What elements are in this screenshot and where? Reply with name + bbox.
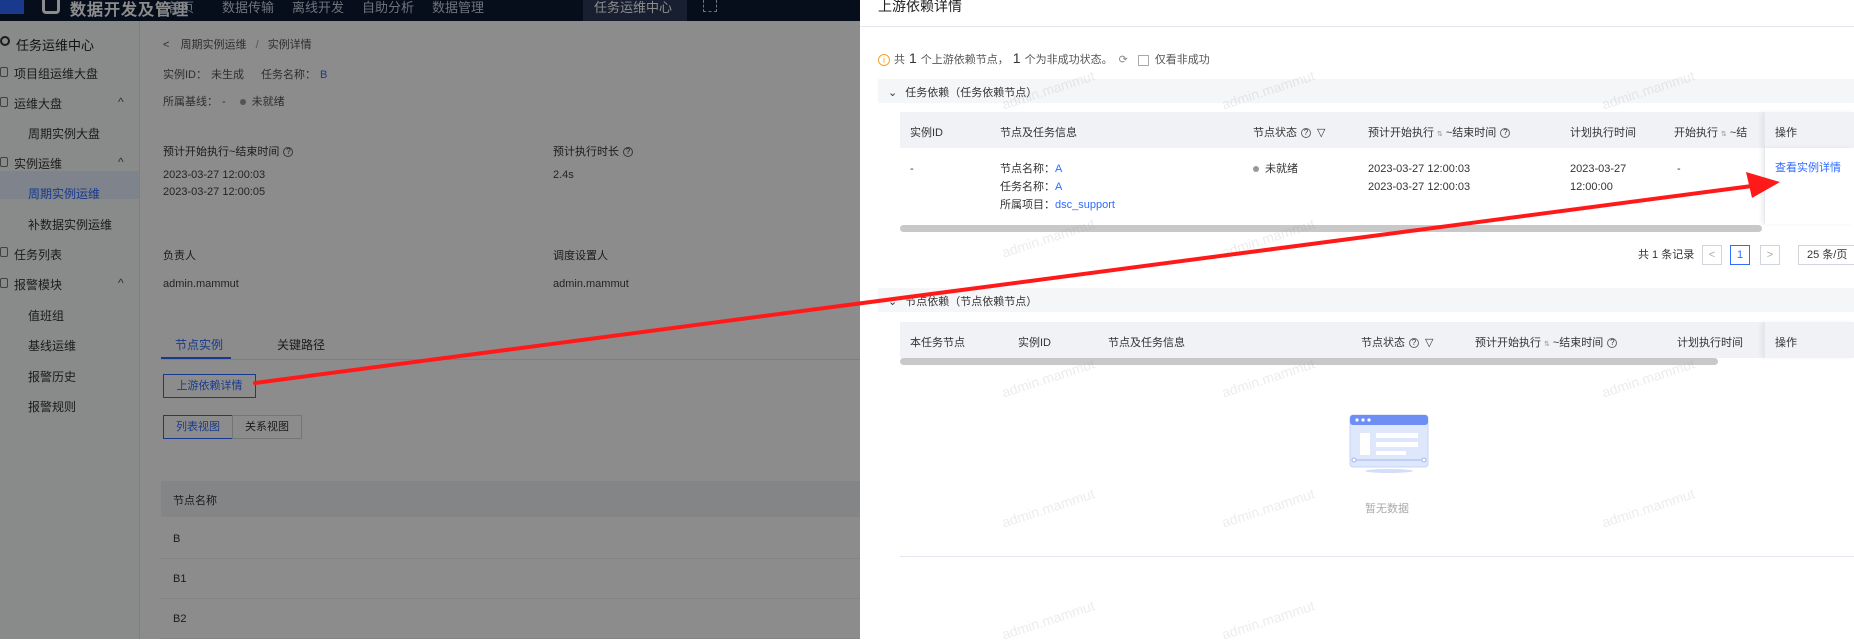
help-icon[interactable]: ?: [1301, 128, 1311, 139]
summary-prefix: 共: [894, 54, 905, 66]
cell-planned-time: 2023-03-27 12:00:00: [1570, 160, 1626, 196]
help-icon[interactable]: ?: [1607, 338, 1618, 349]
column-header-planned-time: 计划执行时间: [1570, 127, 1636, 139]
project-value: dsc_support: [1055, 199, 1115, 211]
column-header-action-bg: 操作: [1764, 322, 1854, 358]
dependency-summary: i 共 1 个上游依赖节点， 1 个为非成功状态。 ⟳ 仅看非成功: [878, 50, 1210, 67]
sort-icon[interactable]: ⇅: [1437, 131, 1443, 138]
chevron-down-icon[interactable]: ⌄: [888, 87, 897, 99]
task-name-label: 任务名称：: [1000, 181, 1055, 193]
column-header-expected-start: 预计开始执行 ⇅ ~结束时间?: [1475, 334, 1618, 350]
filter-icon[interactable]: ▽: [1425, 337, 1433, 349]
failed-count: 1: [1012, 50, 1021, 66]
node-status-value: 未就绪: [1265, 163, 1298, 175]
column-header-node-status: 节点状态? ▽: [1253, 127, 1326, 139]
drawer-title: 上游依赖详情: [878, 0, 962, 14]
help-icon[interactable]: ?: [1500, 128, 1511, 139]
watermark: admin.mammut: [999, 215, 1097, 261]
empty-data-text: 暂无数据: [1365, 503, 1409, 515]
upstream-dependency-drawer: 上游依赖详情 i 共 1 个上游依赖节点， 1 个为非成功状态。 ⟳ 仅看非成功 ⌄ 任务依赖（…: [860, 0, 1854, 643]
node-name-link[interactable]: A: [1055, 163, 1062, 175]
watermark: admin.mammut: [999, 485, 1097, 531]
cell-node-task-info: 节点名称：A 任务名称：A 所属项目：dsc_support: [1000, 160, 1115, 214]
column-header-instance-id: 实例ID: [1018, 337, 1051, 349]
sort-icon[interactable]: ⇅: [1544, 341, 1550, 348]
cell-instance-id: -: [910, 163, 914, 175]
column-header-instance-id: 实例ID: [910, 127, 943, 139]
drawer-divider: [860, 26, 1854, 27]
node-dependency-table-header: 本任务节点 实例ID 节点及任务信息 节点状态? ▽ 预计开始执行 ⇅ ~结束时间? …: [900, 322, 1854, 358]
help-icon[interactable]: ?: [1409, 338, 1419, 349]
upstream-text: 个上游依赖节点，: [920, 54, 1009, 66]
pagination-total: 共 1 条记录: [1638, 249, 1695, 261]
only-failed-checkbox[interactable]: [1137, 54, 1149, 66]
pagination-prev-button[interactable]: <: [1702, 245, 1722, 265]
cell-node-status: 未就绪: [1253, 160, 1298, 178]
cell-expected-time: 2023-03-27 12:00:03 2023-03-27 12:00:03: [1368, 160, 1470, 196]
watermark: admin.mammut: [1219, 485, 1317, 531]
column-header-this-node: 本任务节点: [910, 337, 965, 349]
page: 数据开发及管理 首页 数据传输 离线开发 自助分析 数据管理 任务运维中心 任务…: [0, 0, 1854, 643]
horizontal-scrollbar[interactable]: [900, 225, 1762, 232]
column-header-action: 操作: [1775, 127, 1797, 139]
task-dependency-table-header: 实例ID 节点及任务信息 节点状态? ▽ 预计开始执行 ⇅ ~结束时间? 计划执行时间…: [900, 112, 1854, 148]
planned-date-value: 2023-03-27: [1570, 163, 1627, 175]
column-header-expected-start: 预计开始执行 ⇅ ~结束时间?: [1368, 124, 1511, 140]
warning-icon: i: [878, 54, 890, 67]
project-label: 所属项目：: [1000, 199, 1055, 211]
column-header-start-exec: 开始执行 ⇅ ~结: [1674, 127, 1748, 139]
section-divider: [900, 556, 1854, 557]
planned-time-value: 12:00:00: [1570, 181, 1613, 193]
pagination-next-button[interactable]: >: [1760, 245, 1780, 265]
page-size-select[interactable]: 25 条/页: [1798, 245, 1854, 265]
failed-text: 个为非成功状态。: [1024, 54, 1113, 66]
watermark: admin.mammut: [1599, 485, 1697, 531]
action-column: 查看实例详情: [1764, 148, 1854, 224]
chevron-down-icon[interactable]: ⌄: [888, 296, 897, 308]
sort-icon[interactable]: ⇅: [1721, 131, 1727, 138]
node-dependency-title: 节点依赖（节点依赖节点）: [905, 296, 1038, 308]
column-header-node-status: 节点状态? ▽: [1361, 337, 1434, 349]
task-name-link[interactable]: A: [1055, 181, 1062, 193]
refresh-icon[interactable]: ⟳: [1119, 53, 1128, 66]
filter-icon[interactable]: ▽: [1317, 127, 1325, 139]
pagination-page-1[interactable]: 1: [1730, 245, 1750, 265]
empty-data-icon: [1349, 414, 1429, 473]
column-header-action-bg: 操作: [1764, 112, 1854, 148]
modal-mask[interactable]: [0, 0, 860, 639]
watermark: admin.mammut: [999, 597, 1097, 643]
expected-start-value: 2023-03-27 12:00:03: [1368, 163, 1471, 175]
status-dot-icon: [1253, 166, 1259, 173]
node-dependency-section-header[interactable]: ⌄ 节点依赖（节点依赖节点）: [878, 288, 1854, 312]
only-failed-label[interactable]: 仅看非成功: [1155, 54, 1210, 66]
upstream-count: 1: [909, 50, 917, 66]
cell-start-exec: -: [1677, 163, 1681, 175]
watermark: admin.mammut: [1219, 215, 1317, 261]
column-header-node-task-info: 节点及任务信息: [1000, 127, 1077, 139]
column-header-node-task-info: 节点及任务信息: [1108, 337, 1185, 349]
view-instance-detail-link[interactable]: 查看实例详情: [1775, 159, 1841, 177]
column-header-planned-time: 计划执行时间: [1677, 337, 1743, 349]
watermark: admin.mammut: [1219, 597, 1317, 643]
column-header-action: 操作: [1775, 337, 1797, 349]
node-name-label: 节点名称：: [1000, 163, 1055, 175]
expected-end-value: 2023-03-27 12:00:03: [1368, 181, 1471, 193]
